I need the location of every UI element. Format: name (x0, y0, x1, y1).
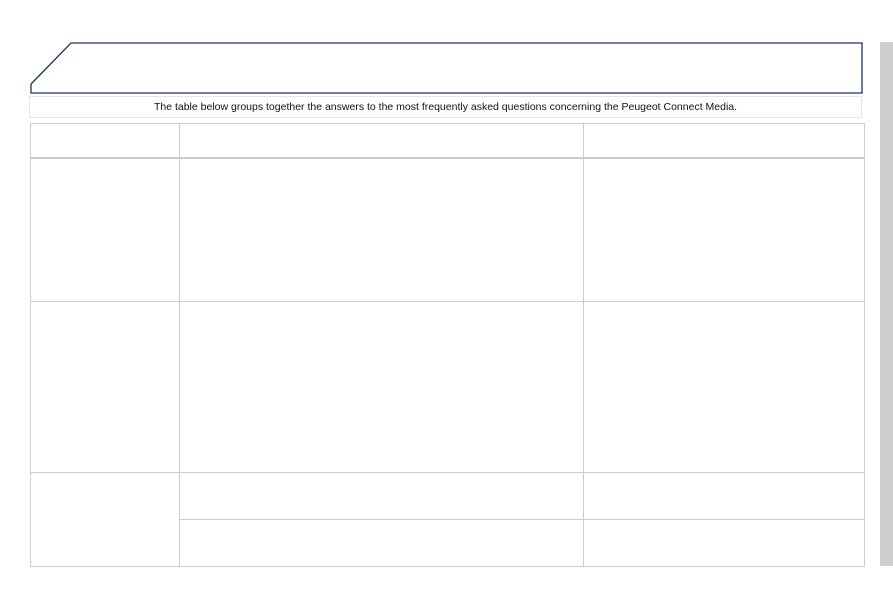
intro-text: The table below groups together the answ… (29, 96, 862, 118)
header-answer (179, 122, 584, 159)
table-cell (30, 471, 180, 568)
table-cell (179, 471, 584, 520)
table-header-row (30, 122, 865, 159)
table-cell (179, 518, 584, 568)
header-question (30, 122, 180, 159)
table-row (30, 471, 865, 568)
table-cell (583, 471, 865, 520)
table-cell (583, 301, 865, 473)
banner-frame (30, 42, 863, 94)
section-title-banner (30, 42, 863, 94)
table-cell (583, 518, 865, 568)
table-row (30, 157, 865, 303)
table-cell (179, 157, 584, 303)
table-cell (30, 157, 180, 303)
header-solution (583, 122, 865, 159)
table-cell (583, 157, 865, 303)
table-row (30, 301, 865, 473)
table-cell (179, 301, 584, 473)
table-cell (30, 301, 180, 473)
faq-table (30, 122, 865, 568)
scrollbar[interactable] (880, 42, 893, 566)
